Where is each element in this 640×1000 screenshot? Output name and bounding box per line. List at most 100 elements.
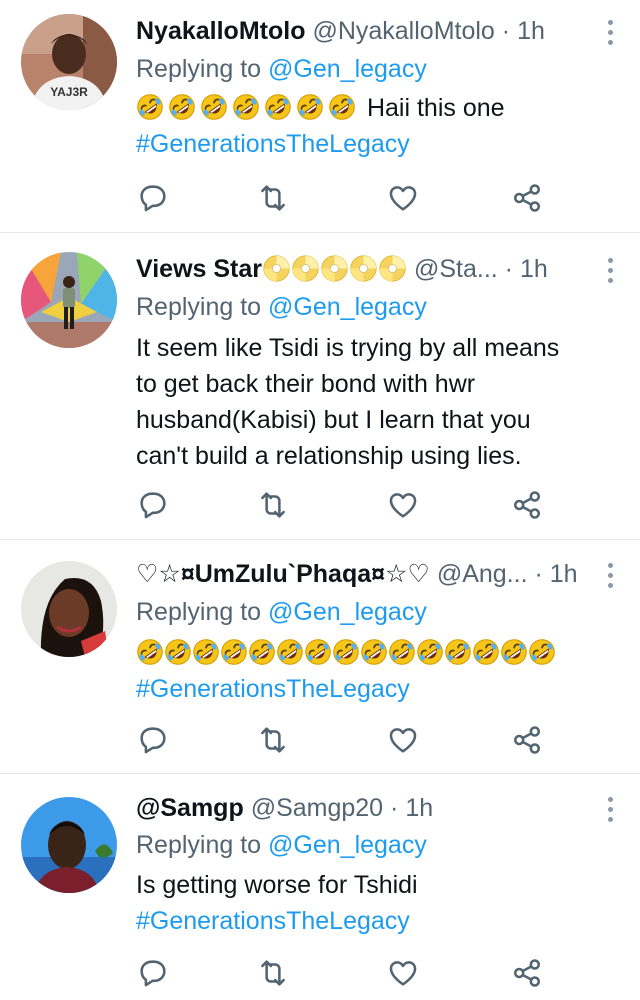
reply-icon[interactable] xyxy=(136,723,170,757)
rolling-on-floor-laughing-emoji xyxy=(200,93,228,121)
hashtag-link[interactable]: #GenerationsTheLegacy xyxy=(136,671,616,707)
rolling-on-floor-laughing-emoji xyxy=(416,638,444,666)
user-handle[interactable]: @Sta... xyxy=(414,255,498,283)
heart-icon[interactable] xyxy=(386,181,420,215)
avatar[interactable]: YAJ3R xyxy=(21,14,117,110)
share-icon[interactable] xyxy=(510,723,544,757)
share-icon[interactable] xyxy=(510,181,544,215)
heart-icon[interactable] xyxy=(386,488,420,522)
tweet[interactable]: Views Star @Sta... · 1h Replying to @Gen… xyxy=(0,233,640,540)
rolling-on-floor-laughing-emoji xyxy=(444,638,472,666)
display-name[interactable]: Views Star xyxy=(136,255,262,283)
tweet-text-line: It seem like Tsidi is trying by all mean… xyxy=(136,334,560,362)
tweet-text: Haii this one #GenerationsTheLegacy xyxy=(136,90,616,162)
replying-to-prefix: Replying to xyxy=(136,293,262,321)
replying-to-mention[interactable]: @Gen_legacy xyxy=(268,293,427,321)
rolling-on-floor-laughing-emoji xyxy=(168,93,196,121)
display-name[interactable]: @Samgp xyxy=(136,794,244,822)
replying-to-prefix: Replying to xyxy=(136,598,262,626)
user-handle[interactable]: @Samgp20 xyxy=(251,794,383,822)
rolling-on-floor-laughing-emoji xyxy=(528,638,556,666)
reply-icon[interactable] xyxy=(136,956,170,990)
hashtag-link[interactable]: #GenerationsTheLegacy xyxy=(136,903,616,939)
separator-dot: · xyxy=(390,794,399,822)
rolling-on-floor-laughing-emoji xyxy=(276,638,304,666)
timestamp[interactable]: 1h xyxy=(550,560,578,588)
dvd-disc-emoji xyxy=(349,254,378,283)
rolling-on-floor-laughing-emoji xyxy=(248,638,276,666)
avatar[interactable] xyxy=(21,561,117,657)
replying-to-mention[interactable]: @Gen_legacy xyxy=(268,55,427,83)
emoji-row xyxy=(136,635,616,671)
tweet-header: ♡☆¤UmZulu`Phaqa¤☆♡ @Ang... · 1h xyxy=(136,557,596,591)
rolling-on-floor-laughing-emoji xyxy=(500,638,528,666)
reply-icon[interactable] xyxy=(136,181,170,215)
tweet-text-line: husband(Kabisi) but I learn that you xyxy=(136,406,531,434)
rolling-on-floor-laughing-emoji xyxy=(472,638,500,666)
tweet-header: Views Star @Sta... · 1h xyxy=(136,252,596,286)
avatar-shirt-text: YAJ3R xyxy=(50,85,88,99)
separator-dot: · xyxy=(501,17,511,45)
rolling-on-floor-laughing-emoji xyxy=(136,93,164,121)
replying-to-prefix: Replying to xyxy=(136,831,262,859)
replying-to-mention[interactable]: @Gen_legacy xyxy=(268,831,427,859)
avatar[interactable] xyxy=(21,797,117,893)
retweet-icon[interactable] xyxy=(256,488,290,522)
replying-to-mention[interactable]: @Gen_legacy xyxy=(268,598,427,626)
dvd-disc-emoji xyxy=(291,254,320,283)
tweet[interactable]: YAJ3R NyakalloMtolo @NyakalloMtolo · 1h … xyxy=(0,0,640,233)
tweet-header: NyakalloMtolo @NyakalloMtolo · 1h xyxy=(136,14,596,48)
tweet-text: Is getting worse for Tshidi #Generations… xyxy=(136,867,616,939)
rolling-on-floor-laughing-emoji xyxy=(136,638,164,666)
user-handle[interactable]: @Ang... xyxy=(437,560,528,588)
tweet[interactable]: ♡☆¤UmZulu`Phaqa¤☆♡ @Ang... · 1h Replying… xyxy=(0,540,640,774)
user-handle[interactable]: @NyakalloMtolo xyxy=(312,17,494,45)
tweet-actions xyxy=(136,181,546,215)
rolling-on-floor-laughing-emoji xyxy=(164,638,192,666)
heart-icon[interactable] xyxy=(386,723,420,757)
dvd-disc-emoji xyxy=(320,254,349,283)
more-options-icon[interactable] xyxy=(608,20,614,45)
avatar[interactable] xyxy=(21,252,117,348)
timestamp[interactable]: 1h xyxy=(520,255,548,283)
share-icon[interactable] xyxy=(510,488,544,522)
replying-to: Replying to @Gen_legacy xyxy=(136,290,427,324)
tweet-text: #GenerationsTheLegacy xyxy=(136,635,616,707)
separator-dot: · xyxy=(534,560,543,588)
dvd-disc-emoji xyxy=(378,254,407,283)
display-name[interactable]: ♡☆¤UmZulu`Phaqa¤☆♡ xyxy=(136,560,430,588)
rolling-on-floor-laughing-emoji xyxy=(192,638,220,666)
hashtag-link[interactable]: #GenerationsTheLegacy xyxy=(136,126,616,162)
tweet-actions xyxy=(136,723,546,757)
rolling-on-floor-laughing-emoji xyxy=(332,638,360,666)
dvd-disc-emoji xyxy=(262,254,291,283)
rolling-on-floor-laughing-emoji xyxy=(304,638,332,666)
replying-to: Replying to @Gen_legacy xyxy=(136,52,427,86)
display-name[interactable]: NyakalloMtolo xyxy=(136,17,305,45)
tweet[interactable]: @Samgp @Samgp20 · 1h Replying to @Gen_le… xyxy=(0,774,640,1000)
more-options-icon[interactable] xyxy=(608,563,614,588)
more-options-icon[interactable] xyxy=(608,258,614,283)
share-icon[interactable] xyxy=(510,956,544,990)
replying-to-prefix: Replying to xyxy=(136,55,262,83)
retweet-icon[interactable] xyxy=(256,181,290,215)
replying-to: Replying to @Gen_legacy xyxy=(136,595,427,629)
timestamp[interactable]: 1h xyxy=(517,17,545,45)
retweet-icon[interactable] xyxy=(256,956,290,990)
rolling-on-floor-laughing-emoji xyxy=(232,93,260,121)
timestamp[interactable]: 1h xyxy=(405,794,433,822)
rolling-on-floor-laughing-emoji xyxy=(264,93,292,121)
rolling-on-floor-laughing-emoji xyxy=(296,93,324,121)
tweet-text: It seem like Tsidi is trying by all mean… xyxy=(136,330,616,474)
tweet-actions xyxy=(136,488,546,522)
retweet-icon[interactable] xyxy=(256,723,290,757)
tweet-text-content: Is getting worse for Tshidi xyxy=(136,871,418,899)
more-options-icon[interactable] xyxy=(608,797,614,822)
name-emoji-row xyxy=(262,255,407,283)
heart-icon[interactable] xyxy=(386,956,420,990)
tweet-header: @Samgp @Samgp20 · 1h xyxy=(136,791,596,825)
reply-icon[interactable] xyxy=(136,488,170,522)
rolling-on-floor-laughing-emoji xyxy=(388,638,416,666)
tweet-text-line: to get back their bond with hwr xyxy=(136,370,476,398)
replying-to: Replying to @Gen_legacy xyxy=(136,828,427,862)
